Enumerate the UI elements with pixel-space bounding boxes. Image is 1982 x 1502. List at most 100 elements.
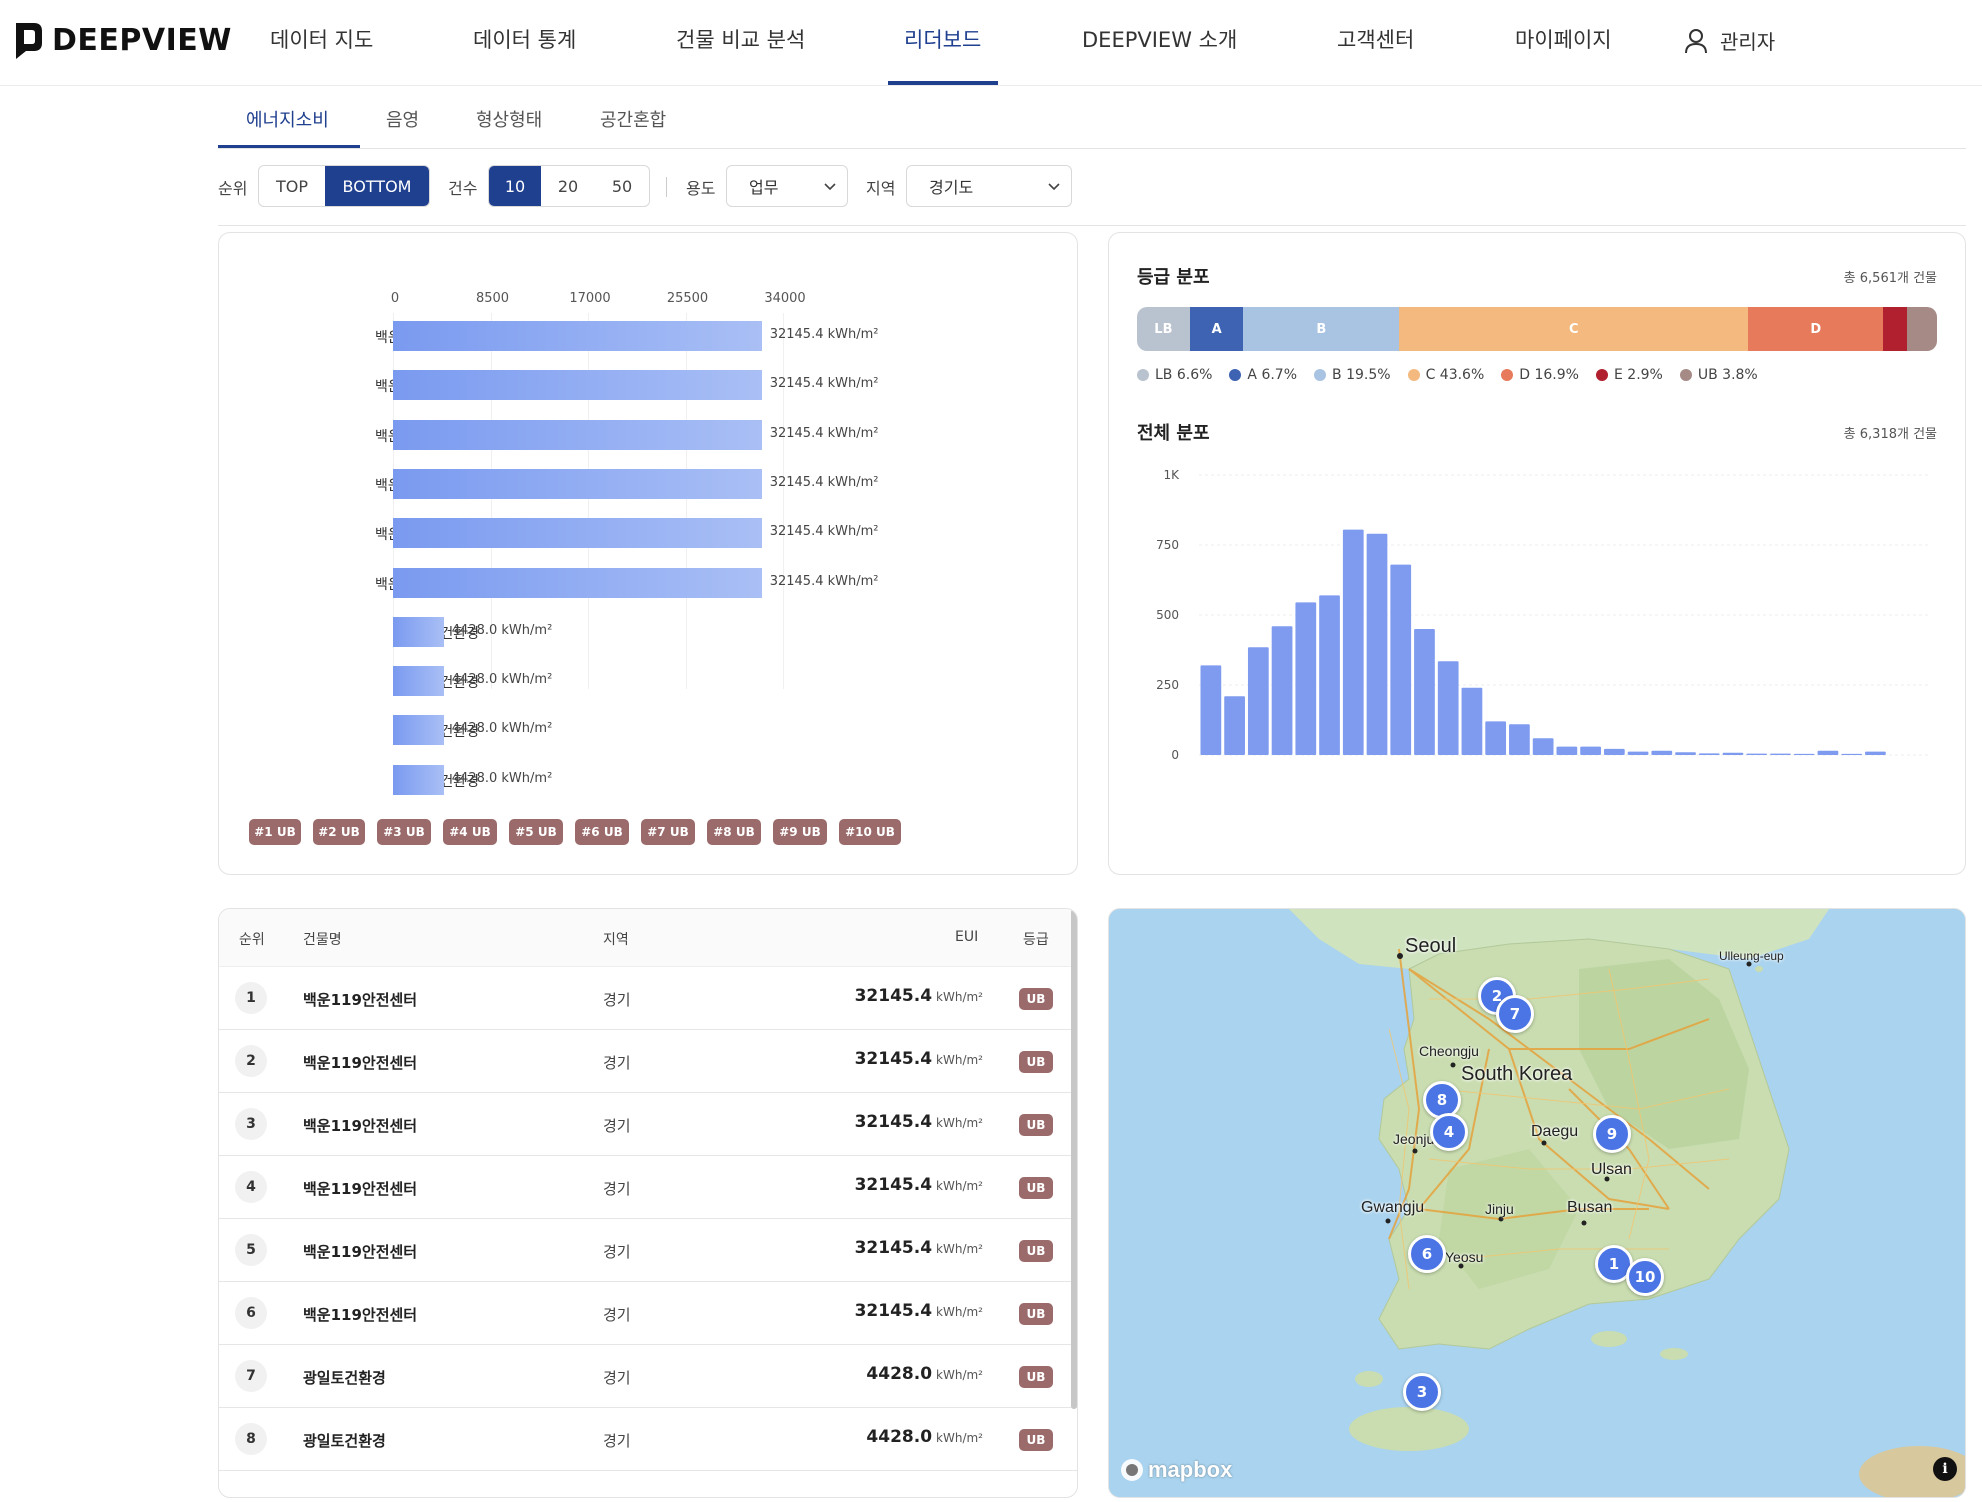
count-50-button[interactable]: 50 — [595, 166, 649, 206]
nav-active-underline — [888, 81, 998, 85]
grade-badge: UB — [1019, 1177, 1053, 1199]
hist-bar[interactable] — [1580, 746, 1601, 755]
hist-bar[interactable] — [1532, 738, 1554, 755]
nav-building-compare[interactable]: 건물 비교 분석 — [676, 24, 805, 54]
hist-bar[interactable] — [1770, 753, 1791, 755]
table-row[interactable]: 6 백운119안전센터 경기 32145.4 kWh/m² UB — [219, 1282, 1077, 1345]
table-row[interactable]: 2 백운119안전센터 경기 32145.4 kWh/m² UB — [219, 1030, 1077, 1093]
table-row-partial[interactable] — [219, 1479, 1077, 1497]
map-marker-3[interactable]: 3 — [1403, 1373, 1441, 1411]
hist-bar[interactable] — [1675, 752, 1696, 755]
hist-bar[interactable] — [1366, 533, 1388, 755]
hist-bar[interactable] — [1556, 746, 1578, 755]
table-scrollbar[interactable] — [1071, 909, 1077, 1409]
tab-energy[interactable]: 에너지소비 — [246, 106, 329, 132]
bar[interactable] — [393, 616, 444, 647]
hist-bar[interactable] — [1841, 753, 1863, 755]
nav-data-stats[interactable]: 데이터 통계 — [473, 24, 576, 54]
grade-segment-seg5[interactable] — [1883, 307, 1907, 351]
hist-bar[interactable] — [1722, 752, 1744, 755]
hist-bar[interactable] — [1224, 696, 1245, 755]
nav-support[interactable]: 고객센터 — [1337, 24, 1414, 54]
bar[interactable] — [393, 468, 762, 499]
hist-bar[interactable] — [1793, 753, 1815, 755]
bar[interactable] — [393, 666, 444, 697]
hist-bar[interactable] — [1627, 751, 1649, 755]
map-marker-7[interactable]: 7 — [1496, 995, 1534, 1033]
map-panel[interactable]: Seoul Ulleung-eup Cheongju South Korea D… — [1108, 908, 1966, 1498]
map-label-daegu: Daegu — [1531, 1123, 1579, 1140]
tab-space-mix[interactable]: 공간혼합 — [600, 106, 666, 132]
grade-segment-seg6[interactable] — [1906, 307, 1937, 351]
bar[interactable] — [393, 419, 762, 450]
mapbox-logo[interactable]: mapbox — [1119, 1457, 1232, 1483]
bar[interactable] — [393, 370, 762, 401]
count-10-button[interactable]: 10 — [489, 166, 541, 206]
logo[interactable]: DEEPVIEW — [14, 20, 232, 60]
region-cell: 경기 — [603, 1054, 631, 1072]
table-row[interactable]: 1 백운119안전센터 경기 32145.4 kWh/m² UB — [219, 967, 1077, 1030]
tab-shape[interactable]: 형상형태 — [476, 106, 542, 132]
map-marker-9[interactable]: 9 — [1593, 1115, 1631, 1153]
table-row[interactable]: 5 백운119안전센터 경기 32145.4 kWh/m² UB — [219, 1219, 1077, 1282]
bar[interactable] — [393, 764, 444, 795]
table-row[interactable]: 7 광일토건환경 경기 4428.0 kWh/m² UB — [219, 1345, 1077, 1408]
region-select[interactable]: 경기도 — [906, 165, 1072, 207]
use-select[interactable]: 업무 — [726, 165, 848, 207]
table-row[interactable]: 3 백운119안전센터 경기 32145.4 kWh/m² UB — [219, 1093, 1077, 1156]
bar[interactable] — [393, 518, 762, 549]
count-20-button[interactable]: 20 — [541, 166, 595, 206]
map-marker-4[interactable]: 4 — [1430, 1113, 1468, 1151]
bar-value-label: 4428.0 kWh/m² — [451, 672, 553, 688]
map-marker-10[interactable]: 10 — [1626, 1258, 1664, 1296]
rank-label: 순위 — [218, 179, 248, 198]
hist-bar[interactable] — [1603, 748, 1625, 755]
bar-value-label: 32145.4 kWh/m² — [769, 425, 879, 441]
hist-bar[interactable] — [1247, 647, 1269, 755]
hist-bar[interactable] — [1746, 753, 1768, 755]
table-row[interactable]: 8 광일토건환경 경기 4428.0 kWh/m² UB — [219, 1408, 1077, 1471]
bar[interactable] — [393, 715, 444, 746]
rank-bottom-button[interactable]: BOTTOM — [325, 166, 429, 206]
table-row[interactable]: 4 백운119안전센터 경기 32145.4 kWh/m² UB — [219, 1156, 1077, 1219]
korea-map[interactable] — [1109, 909, 1966, 1498]
hist-bar[interactable] — [1817, 750, 1839, 755]
bar[interactable] — [393, 567, 762, 598]
hist-bar[interactable] — [1295, 602, 1317, 755]
hist-bar[interactable] — [1461, 687, 1483, 755]
hist-bar[interactable] — [1437, 661, 1459, 755]
hist-bar[interactable] — [1271, 626, 1293, 755]
nav-mypage[interactable]: 마이페이지 — [1515, 24, 1612, 54]
grade-segment-d[interactable]: D — [1748, 307, 1884, 351]
user-menu[interactable]: 관리자 — [1684, 26, 1775, 55]
bar-gridline — [783, 313, 784, 689]
rank-badge: 5 — [235, 1234, 267, 1266]
grade-segment-b[interactable]: B — [1243, 307, 1400, 351]
nav-leaderboard[interactable]: 리더보드 — [904, 24, 981, 54]
hist-bar[interactable] — [1651, 750, 1673, 755]
tab-shade[interactable]: 음영 — [386, 106, 419, 132]
rank-top-button[interactable]: TOP — [259, 166, 325, 206]
info-icon[interactable]: i — [1933, 1457, 1957, 1481]
hist-bar[interactable] — [1865, 751, 1886, 755]
grade-segment-lb[interactable]: LB — [1137, 307, 1190, 351]
hist-x-tick: 40.0 — [1245, 762, 1272, 763]
grade-segment-a[interactable]: A — [1189, 307, 1244, 351]
hist-bar[interactable] — [1319, 595, 1340, 755]
bar[interactable] — [393, 321, 762, 351]
hist-bar[interactable] — [1485, 721, 1507, 755]
grade-segment-c[interactable]: C — [1399, 307, 1749, 351]
map-marker-6[interactable]: 6 — [1408, 1235, 1446, 1273]
legend-dot — [1137, 369, 1149, 381]
hist-bar[interactable] — [1698, 753, 1720, 755]
hist-bar[interactable] — [1509, 724, 1530, 755]
hist-x-tick: 400.0 — [1668, 762, 1702, 763]
nav-about[interactable]: DEEPVIEW 소개 — [1082, 24, 1237, 54]
hist-bar[interactable] — [1342, 529, 1364, 755]
hist-bar[interactable] — [1390, 564, 1412, 755]
hist-bar[interactable] — [1414, 629, 1435, 755]
deepview-logo-icon — [16, 23, 42, 59]
nav-data-map[interactable]: 데이터 지도 — [270, 24, 373, 54]
hist-bar[interactable] — [1200, 665, 1222, 755]
building-name: 백운119안전센터 — [303, 1306, 418, 1324]
